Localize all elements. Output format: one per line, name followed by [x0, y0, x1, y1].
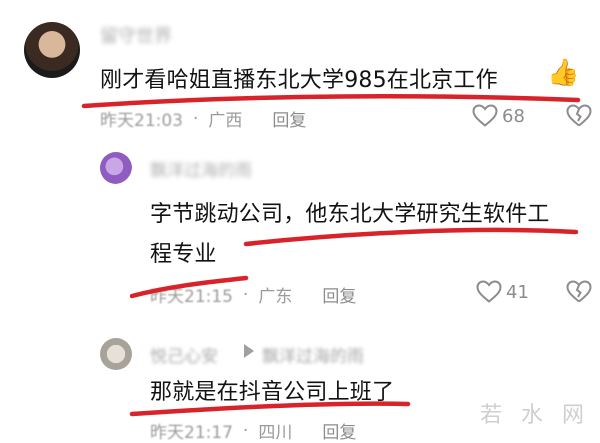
underline-2a	[243, 227, 579, 247]
broken-heart-icon	[566, 280, 592, 303]
reply-button[interactable]: 回复	[272, 106, 306, 131]
comment-text: 刚才看哈姐直播东北大学985在北京工作	[100, 68, 498, 93]
username[interactable]: 悦己心安	[150, 342, 218, 367]
location: 广西	[208, 111, 243, 131]
comment-text-line-1: 字节跳动公司，他东北大学研究生软件工	[150, 202, 550, 227]
username[interactable]: 留守世界	[100, 22, 172, 48]
timestamp: 昨天21:15	[150, 287, 233, 307]
like-button[interactable]: 68	[472, 104, 525, 128]
dislike-button[interactable]	[566, 280, 592, 308]
like-button[interactable]: 41	[476, 280, 529, 304]
heart-icon	[476, 280, 502, 303]
separator-dot: ·	[243, 284, 249, 305]
heart-icon	[472, 104, 498, 127]
like-count: 41	[506, 281, 529, 303]
comment-meta: 昨天21:03 · 广西 回复	[100, 106, 306, 132]
like-count: 68	[502, 105, 525, 127]
comment-text-line-2: 程专业	[150, 242, 217, 267]
separator-dot: ·	[193, 108, 199, 129]
thumbs-up-emoji: 👍	[547, 58, 580, 88]
reply-button[interactable]: 回复	[322, 418, 356, 443]
location: 四川	[258, 423, 293, 443]
reply-button[interactable]: 回复	[322, 282, 356, 307]
comment-meta: 昨天21:15 · 广东 回复	[150, 282, 356, 308]
timestamp: 昨天21:03	[100, 111, 183, 131]
reply-to-username[interactable]: 飘洋过海的雨	[262, 342, 364, 367]
location: 广东	[258, 287, 293, 307]
avatar[interactable]	[100, 338, 132, 370]
username[interactable]: 飘洋过海的雨	[150, 156, 252, 181]
comment-text: 那就是在抖音公司上班了	[150, 380, 395, 405]
separator-dot: ·	[243, 420, 249, 441]
timestamp: 昨天21:17	[150, 423, 233, 443]
avatar[interactable]	[24, 22, 80, 78]
watermark: 若 水 网	[480, 403, 590, 428]
reply-arrow-icon	[244, 344, 254, 358]
broken-heart-icon	[566, 104, 592, 127]
dislike-button[interactable]	[566, 104, 592, 132]
comment-meta: 昨天21:17 · 四川 回复	[150, 418, 356, 443]
avatar[interactable]	[100, 152, 132, 184]
